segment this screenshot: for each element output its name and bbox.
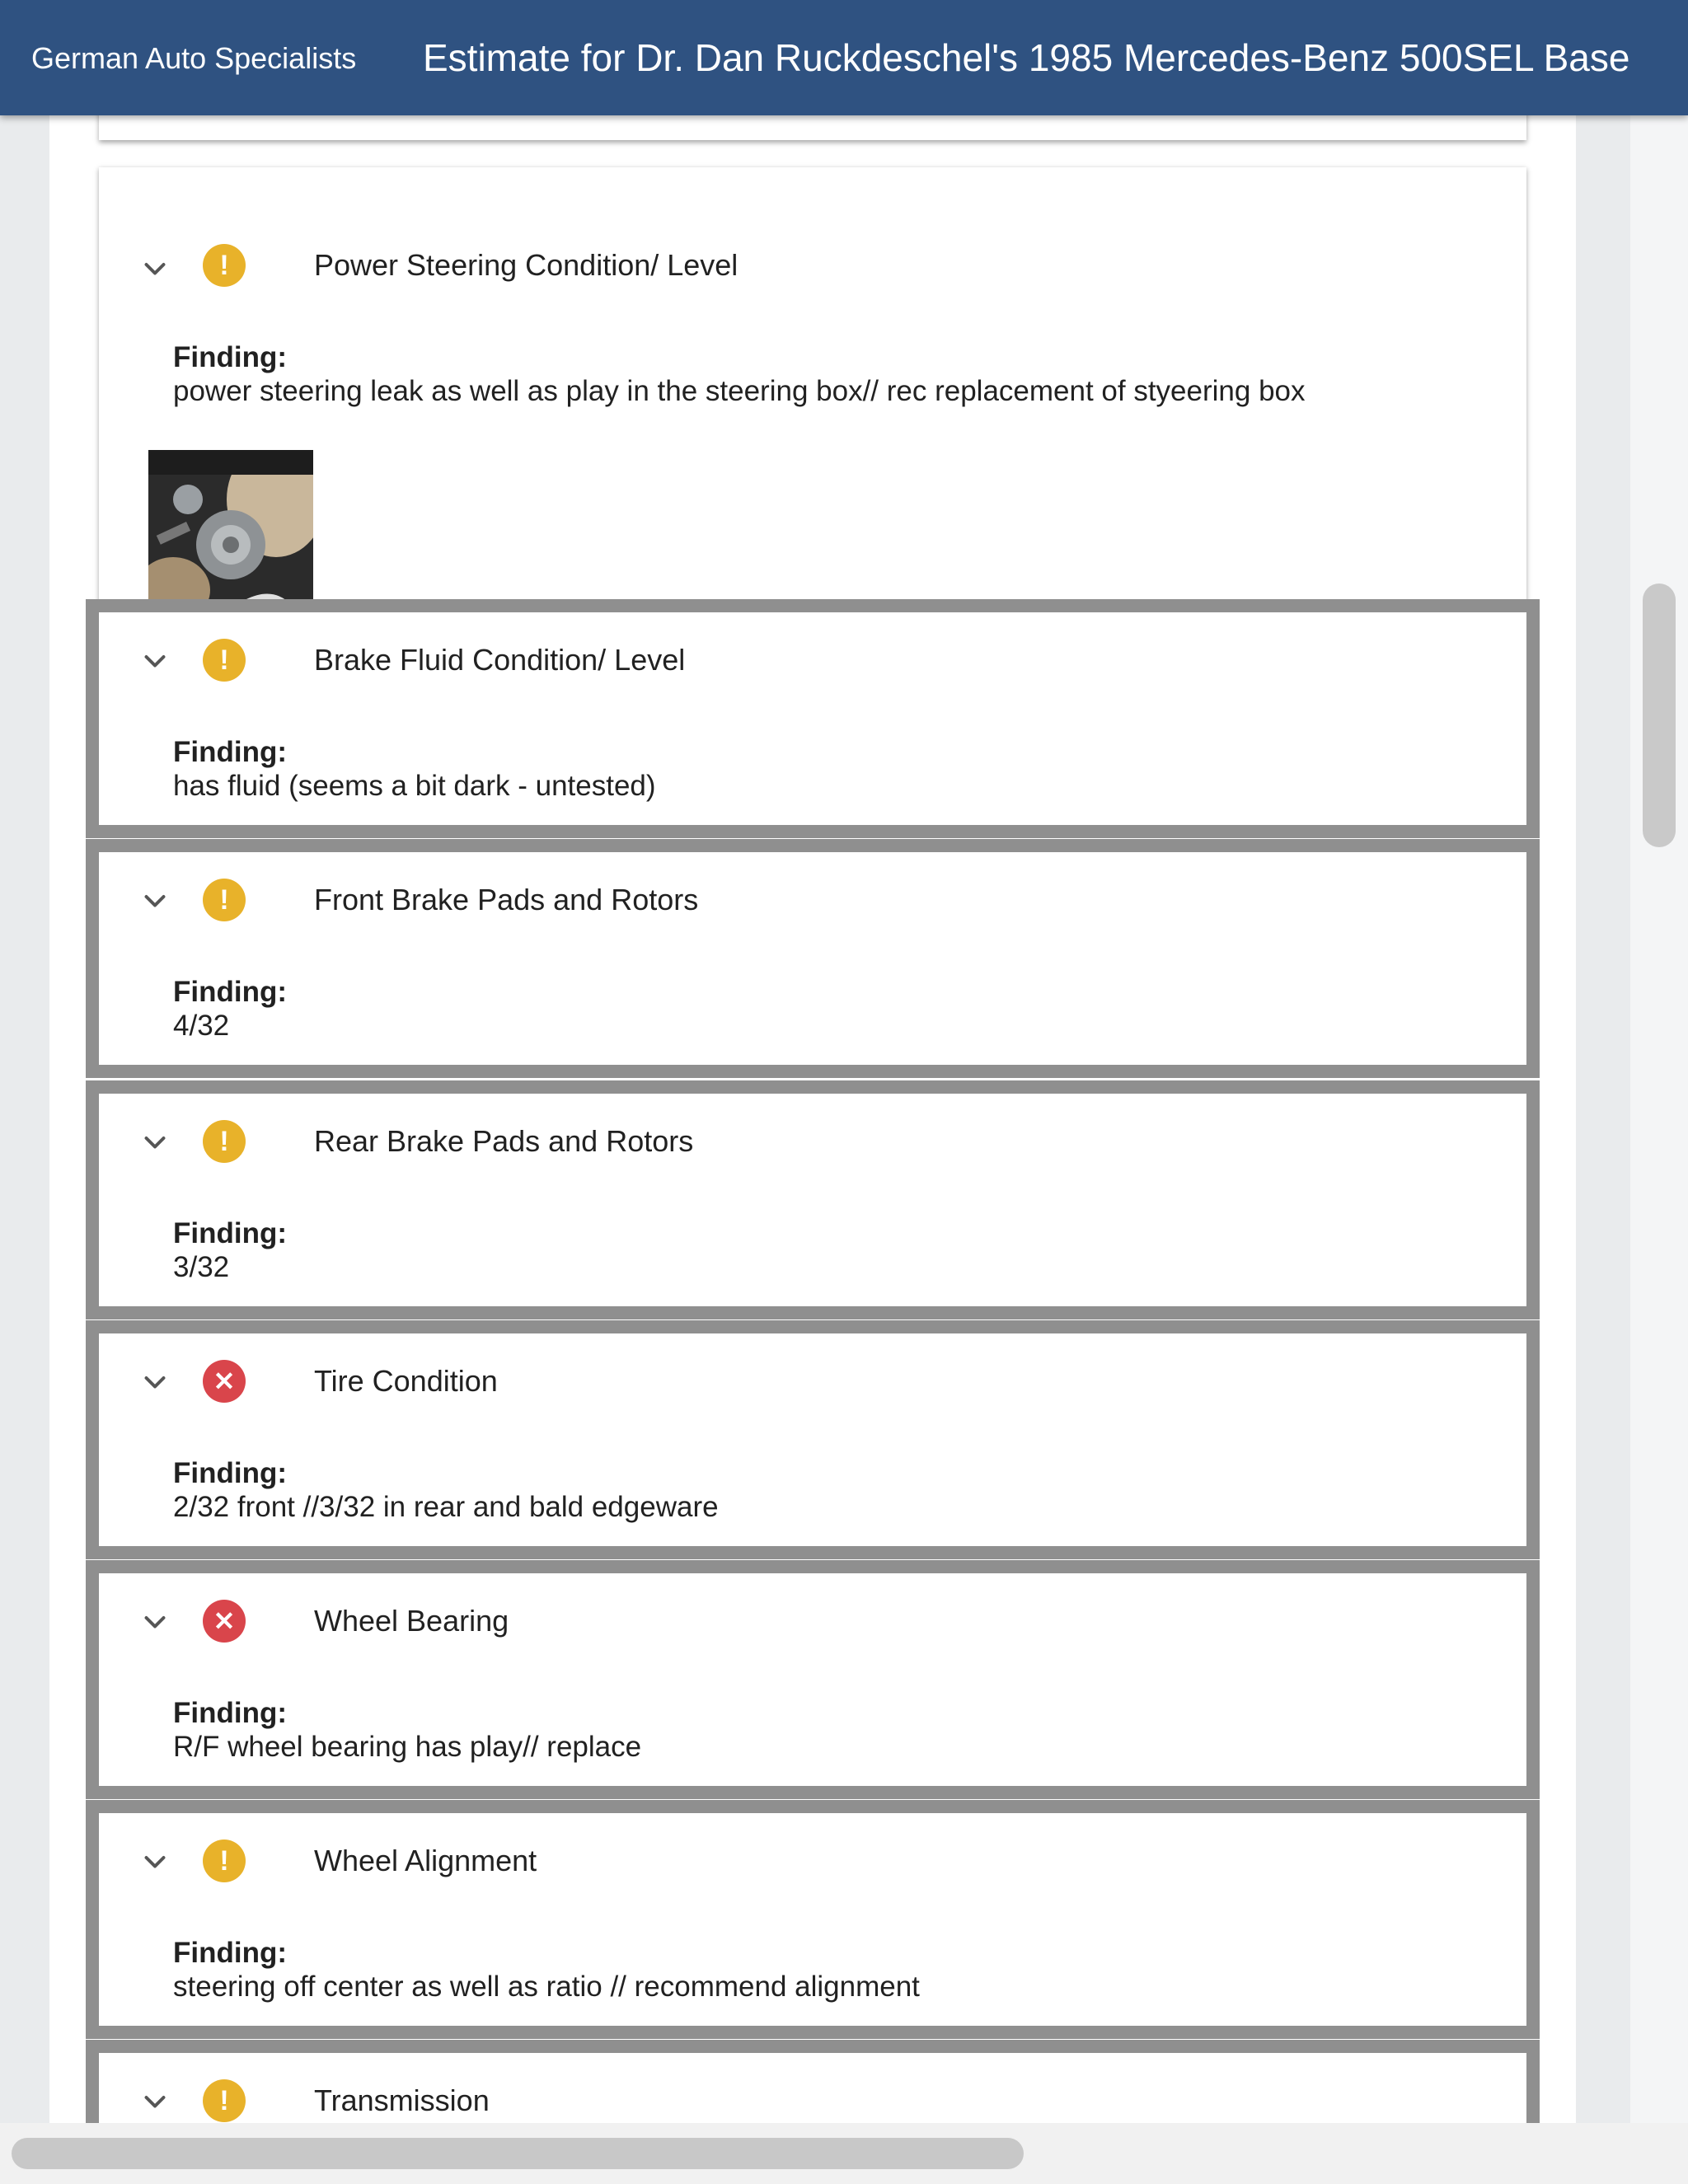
chevron-down-icon[interactable] <box>140 2088 170 2117</box>
inspection-item-transmission: ! Transmission <box>86 2040 1540 2123</box>
finding-text: 2/32 front //3/32 in rear and bald edgew… <box>173 1491 719 1523</box>
inspection-item-front-brakes: ! Front Brake Pads and Rotors Finding: 4… <box>86 839 1540 1078</box>
item-title[interactable]: Wheel Bearing <box>314 1603 509 1639</box>
finding-photo[interactable] <box>148 450 313 615</box>
previous-item-card <box>99 115 1526 140</box>
finding-text: power steering leak as well as play in t… <box>173 375 1306 407</box>
vertical-scrollbar-track[interactable] <box>1630 115 1688 2123</box>
finding-text: R/F wheel bearing has play// replace <box>173 1731 642 1763</box>
finding-text: 4/32 <box>173 1010 230 1042</box>
page-title: Estimate for Dr. Dan Ruckdeschel's 1985 … <box>423 36 1630 79</box>
chevron-down-icon[interactable] <box>140 1608 170 1638</box>
warning-icon: ! <box>203 639 246 682</box>
inspection-list: ! Power Steering Condition/ Level Findin… <box>49 115 1576 2123</box>
item-title[interactable]: Brake Fluid Condition/ Level <box>314 642 685 678</box>
finding-label: Finding: <box>173 976 288 1008</box>
finding-label: Finding: <box>173 341 288 373</box>
shop-name[interactable]: German Auto Specialists <box>31 40 356 77</box>
item-title[interactable]: Transmission <box>314 2083 490 2119</box>
engine-photo-image <box>148 450 313 615</box>
warning-icon: ! <box>203 2079 246 2122</box>
chevron-down-icon[interactable] <box>140 1368 170 1398</box>
warning-icon: ! <box>203 244 246 287</box>
item-title[interactable]: Tire Condition <box>314 1363 498 1399</box>
app-header: German Auto Specialists Estimate for Dr.… <box>0 0 1688 115</box>
warning-icon: ! <box>203 1120 246 1163</box>
warning-icon: ! <box>203 879 246 921</box>
inspection-item-rear-brakes: ! Rear Brake Pads and Rotors Finding: 3/… <box>86 1080 1540 1319</box>
x-icon: ✕ <box>203 1360 246 1403</box>
item-title[interactable]: Front Brake Pads and Rotors <box>314 882 698 918</box>
horizontal-scrollbar-thumb[interactable] <box>12 2138 1024 2169</box>
finding-text: steering off center as well as ratio // … <box>173 1971 920 2003</box>
inspection-item-tire-condition: ✕ Tire Condition Finding: 2/32 front //3… <box>86 1320 1540 1559</box>
finding-text: 3/32 <box>173 1251 230 1283</box>
chevron-down-icon[interactable] <box>140 255 170 284</box>
warning-icon: ! <box>203 1840 246 1882</box>
x-icon: ✕ <box>203 1600 246 1643</box>
chevron-down-icon[interactable] <box>140 1128 170 1158</box>
finding-label: Finding: <box>173 1697 288 1729</box>
finding-label: Finding: <box>173 1217 288 1249</box>
item-title[interactable]: Rear Brake Pads and Rotors <box>314 1123 693 1160</box>
chevron-down-icon[interactable] <box>140 647 170 677</box>
finding-label: Finding: <box>173 736 288 768</box>
item-title[interactable]: Wheel Alignment <box>314 1843 537 1879</box>
item-title[interactable]: Power Steering Condition/ Level <box>314 247 738 284</box>
inspection-item-wheel-alignment: ! Wheel Alignment Finding: steering off … <box>86 1800 1540 2039</box>
chevron-down-icon[interactable] <box>140 1848 170 1877</box>
finding-text: has fluid (seems a bit dark - untested) <box>173 770 656 802</box>
finding-label: Finding: <box>173 1937 288 1969</box>
inspection-item-brake-fluid: ! Brake Fluid Condition/ Level Finding: … <box>86 599 1540 838</box>
chevron-down-icon[interactable] <box>140 887 170 916</box>
vertical-scrollbar-thumb[interactable] <box>1643 583 1676 847</box>
inspection-item-wheel-bearing: ✕ Wheel Bearing Finding: R/F wheel beari… <box>86 1560 1540 1799</box>
finding-label: Finding: <box>173 1457 288 1489</box>
